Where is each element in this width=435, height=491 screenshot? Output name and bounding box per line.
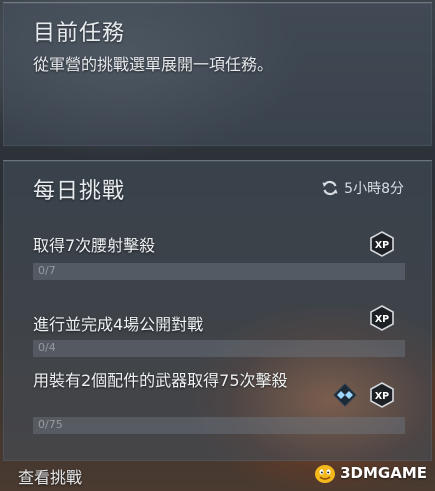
xp-icon: XP — [370, 231, 394, 257]
daily-challenges-panel: 每日挑戰 5小時8分 取得7次腰射擊殺 0/7 XP 進行並完成4場公開對戰 0… — [3, 160, 432, 461]
svg-text:XP: XP — [375, 240, 389, 251]
timer-text: 5小時8分 — [344, 181, 404, 197]
progress-label: 0/7 — [38, 264, 56, 277]
3dm-logo-icon — [315, 465, 336, 483]
xp-icon: XP — [370, 305, 394, 331]
current-mission-description: 從軍營的挑戰選單展開一項任務。 — [33, 55, 274, 74]
challenge-progress-bar: 0/4 — [33, 340, 405, 357]
current-mission-panel: 目前任務 從軍營的挑戰選單展開一項任務。 — [3, 2, 432, 146]
view-challenges-button[interactable]: 查看挑戰 — [18, 464, 82, 488]
svg-text:XP: XP — [375, 314, 389, 325]
progress-label: 0/4 — [38, 341, 56, 354]
daily-challenges-title: 每日挑戰 — [33, 179, 126, 204]
refresh-icon — [322, 180, 338, 196]
challenge-name: 用裝有2個配件的武器取得75次擊殺 — [33, 371, 288, 390]
current-mission-title: 目前任務 — [33, 21, 126, 46]
challenge-item[interactable]: 進行並完成4場公開對戰 0/4 — [33, 314, 405, 357]
diamond-icon — [333, 383, 357, 407]
xp-icon: XP — [370, 382, 394, 408]
watermark: 3DMGAME — [313, 462, 427, 484]
watermark-text: 3DMGAME — [340, 464, 427, 482]
progress-label: 0/75 — [38, 418, 63, 431]
challenge-progress-bar: 0/7 — [33, 263, 405, 280]
challenge-progress-bar: 0/75 — [33, 417, 405, 434]
svg-text:XP: XP — [375, 391, 389, 402]
challenge-name: 進行並完成4場公開對戰 — [33, 315, 204, 334]
challenge-timer: 5小時8分 — [321, 178, 404, 198]
challenge-item[interactable]: 取得7次腰射擊殺 0/7 — [33, 235, 405, 280]
challenge-name: 取得7次腰射擊殺 — [33, 236, 156, 255]
